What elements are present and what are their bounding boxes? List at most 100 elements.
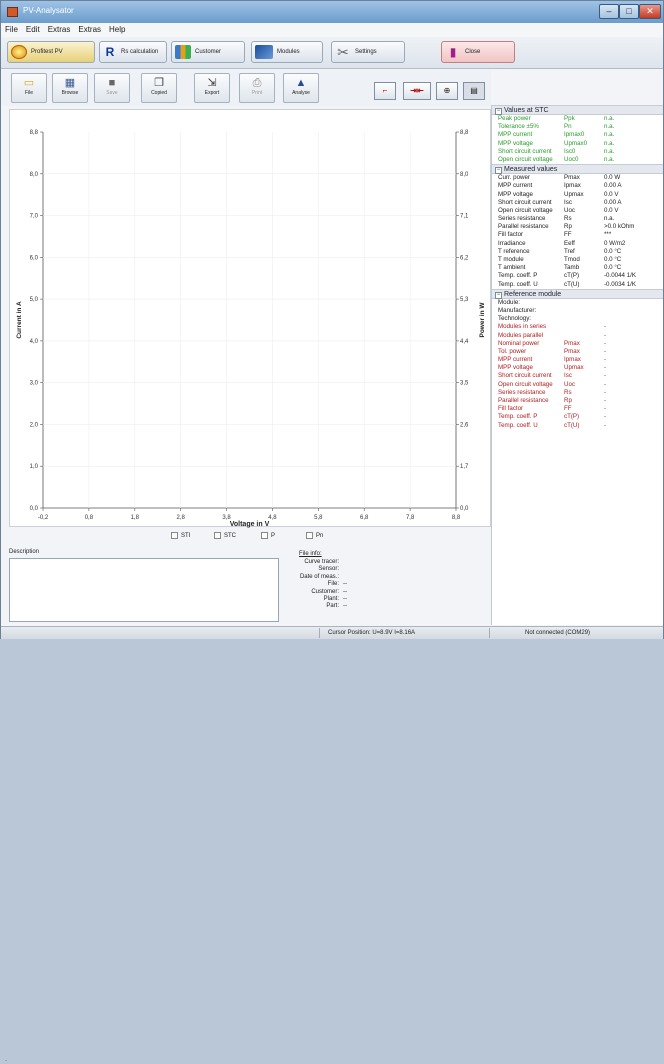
measured-cell: Isc [564,198,572,206]
reference-row: Open circuit voltage Uoc - [492,381,663,389]
stc-cell: Upmax0 [564,139,588,147]
y-tick-label: 3,0 [30,381,39,387]
window-title: PV-Analysator [23,6,74,15]
table-view-button[interactable]: ▤ [463,82,485,100]
checkbox-sti[interactable]: STI [171,532,190,539]
file-info-label: Plant: [323,596,339,602]
reference-cell [604,299,662,307]
reference-row: Technology: [492,315,663,323]
measured-row: T reference Tref 0.0 °C [492,248,663,256]
zoom-button[interactable]: ⊕ [436,82,458,100]
measured-cell: -0.0034 1/K [604,280,636,288]
close-window-button[interactable]: ✕ [639,4,661,19]
reference-row: Module: [492,299,663,307]
floppy-icon: ■ [108,77,116,89]
file-info-label: Sensor: [318,566,339,573]
copy-icon: ❐ [154,77,164,89]
stc-cell: Short circuit current [498,147,552,155]
status-bar: Cursor Position: U=8.9V I=8.16A Not conn… [1,626,663,639]
menu-help[interactable]: Help [105,23,129,37]
rs-icon: R [105,45,115,59]
rs-calculation-button[interactable]: R Rs calculation [99,41,167,63]
y2-tick-label: 4,4 [460,339,469,345]
y-tick-label: 6,0 [30,255,39,261]
menu-extras-2[interactable]: Extras [74,23,105,37]
save-button[interactable]: ■ Save [94,73,130,103]
fit-width-button[interactable]: ⇥⇤ [403,82,431,100]
measured-row: T ambient Tamb 0.0 °C [492,264,663,272]
browse-button[interactable]: ▦ Browse [52,73,88,103]
measured-row: Open circuit voltage Uoc 0.0 V [492,207,663,215]
file-button[interactable]: ▭ File [11,73,47,103]
file-info-header[interactable]: File info: [299,551,322,558]
measured-cell: T ambient [498,264,526,272]
stc-row: Open circuit voltage Uoc0 n.a. [492,156,663,164]
reference-cell: cT(U) [564,421,580,429]
copy-button[interactable]: ❐ Copied [141,73,177,103]
iv-chart[interactable]: 0,0 0,0 1,0 1,7 2,0 2,6 3,0 3,5 4,0 4,4 5,0 5,3 6,0 6… [9,109,491,528]
x-tick-label: 4,8 [268,515,277,521]
y2-tick-label: 6,2 [460,255,469,261]
export-button[interactable]: ⇲ Export [194,73,230,103]
reference-cell: Manufacturer: [498,306,537,314]
reference-row: Nominal power Pmax - [492,340,663,348]
close-button[interactable]: ▮ Close [441,41,515,63]
door-icon: ▮ [449,45,457,59]
y2-tick-label: 1,7 [460,464,469,470]
reference-cell: - [604,388,607,396]
measured-cell: Eeff [564,239,575,247]
reference-row: Tol. power Pmax - [492,348,663,356]
y-tick-label: 8,8 [30,130,39,136]
section-measured[interactable]: − Measured values [492,164,663,175]
y2-tick-label: 7,1 [460,214,469,220]
checkbox-p[interactable]: P [261,532,275,539]
ellipsis-text: - [5,1058,7,1064]
section-stc[interactable]: − Values at STC [492,105,663,115]
stc-cell: MPP voltage [498,139,533,147]
file-info-value: -- [343,596,347,602]
stc-row: MPP voltage Upmax0 n.a. [492,140,663,148]
measured-row: T module Tmod 0.0 °C [492,256,663,264]
measured-cell: MPP voltage [498,190,533,198]
settings-button[interactable]: ✂ Settings [331,41,405,63]
checkbox-pn[interactable]: Pn [306,532,323,539]
measured-row: Short circuit current Isc 0.00 A [492,199,663,207]
file-info-value: -- [343,603,347,610]
stc-cell: Peak power [498,115,531,122]
settings-icon: ✂ [337,44,349,60]
chart-icon: ▲ [295,77,307,89]
title-bar: PV-Analysator – □ ✕ [1,1,663,23]
reference-cell: Tol. power [498,347,527,355]
description-input[interactable] [9,558,279,622]
modules-button[interactable]: Modules [251,41,323,63]
print-button[interactable]: ⎙ Print [239,73,275,103]
stc-cell: n.a. [604,123,615,131]
reference-row: Series resistance Rs - [492,389,663,397]
maximize-button[interactable]: □ [619,4,639,19]
y2-tick-label: 2,6 [460,422,469,428]
checkbox-stc[interactable]: STC [214,532,236,539]
description-label: Description [9,549,40,555]
file-info-value: -- [343,588,347,595]
x-tick-label: 7,8 [406,515,415,521]
printer-icon: ⎙ [252,77,262,89]
reference-row: Short circuit current Isc - [492,372,663,380]
reference-cell: Technology: [498,315,532,323]
menu-file[interactable]: File [1,23,22,37]
y-tick-label: 0,0 [30,506,39,512]
minimize-button[interactable]: – [599,4,619,19]
reference-cell: Module: [498,298,521,306]
reference-cell: - [604,356,607,364]
measured-cell: Short circuit current [498,198,552,206]
x-tick-label: 2,8 [176,515,185,521]
reference-row: MPP voltage Upmax - [492,364,663,372]
menu-edit[interactable]: Edit [22,23,44,37]
section-reference[interactable]: − Reference module [492,288,663,299]
menu-extras[interactable]: Extras [44,23,75,37]
customer-button[interactable]: Customer [171,41,245,63]
analyse-button[interactable]: ▲ Analyse [283,73,319,103]
measured-cell: *** [604,231,612,239]
profitest-pv-button[interactable]: Profitest PV [7,41,95,63]
curve-view-button[interactable]: ⌐ [374,82,396,100]
reference-row: Fill factor FF - [492,405,663,413]
